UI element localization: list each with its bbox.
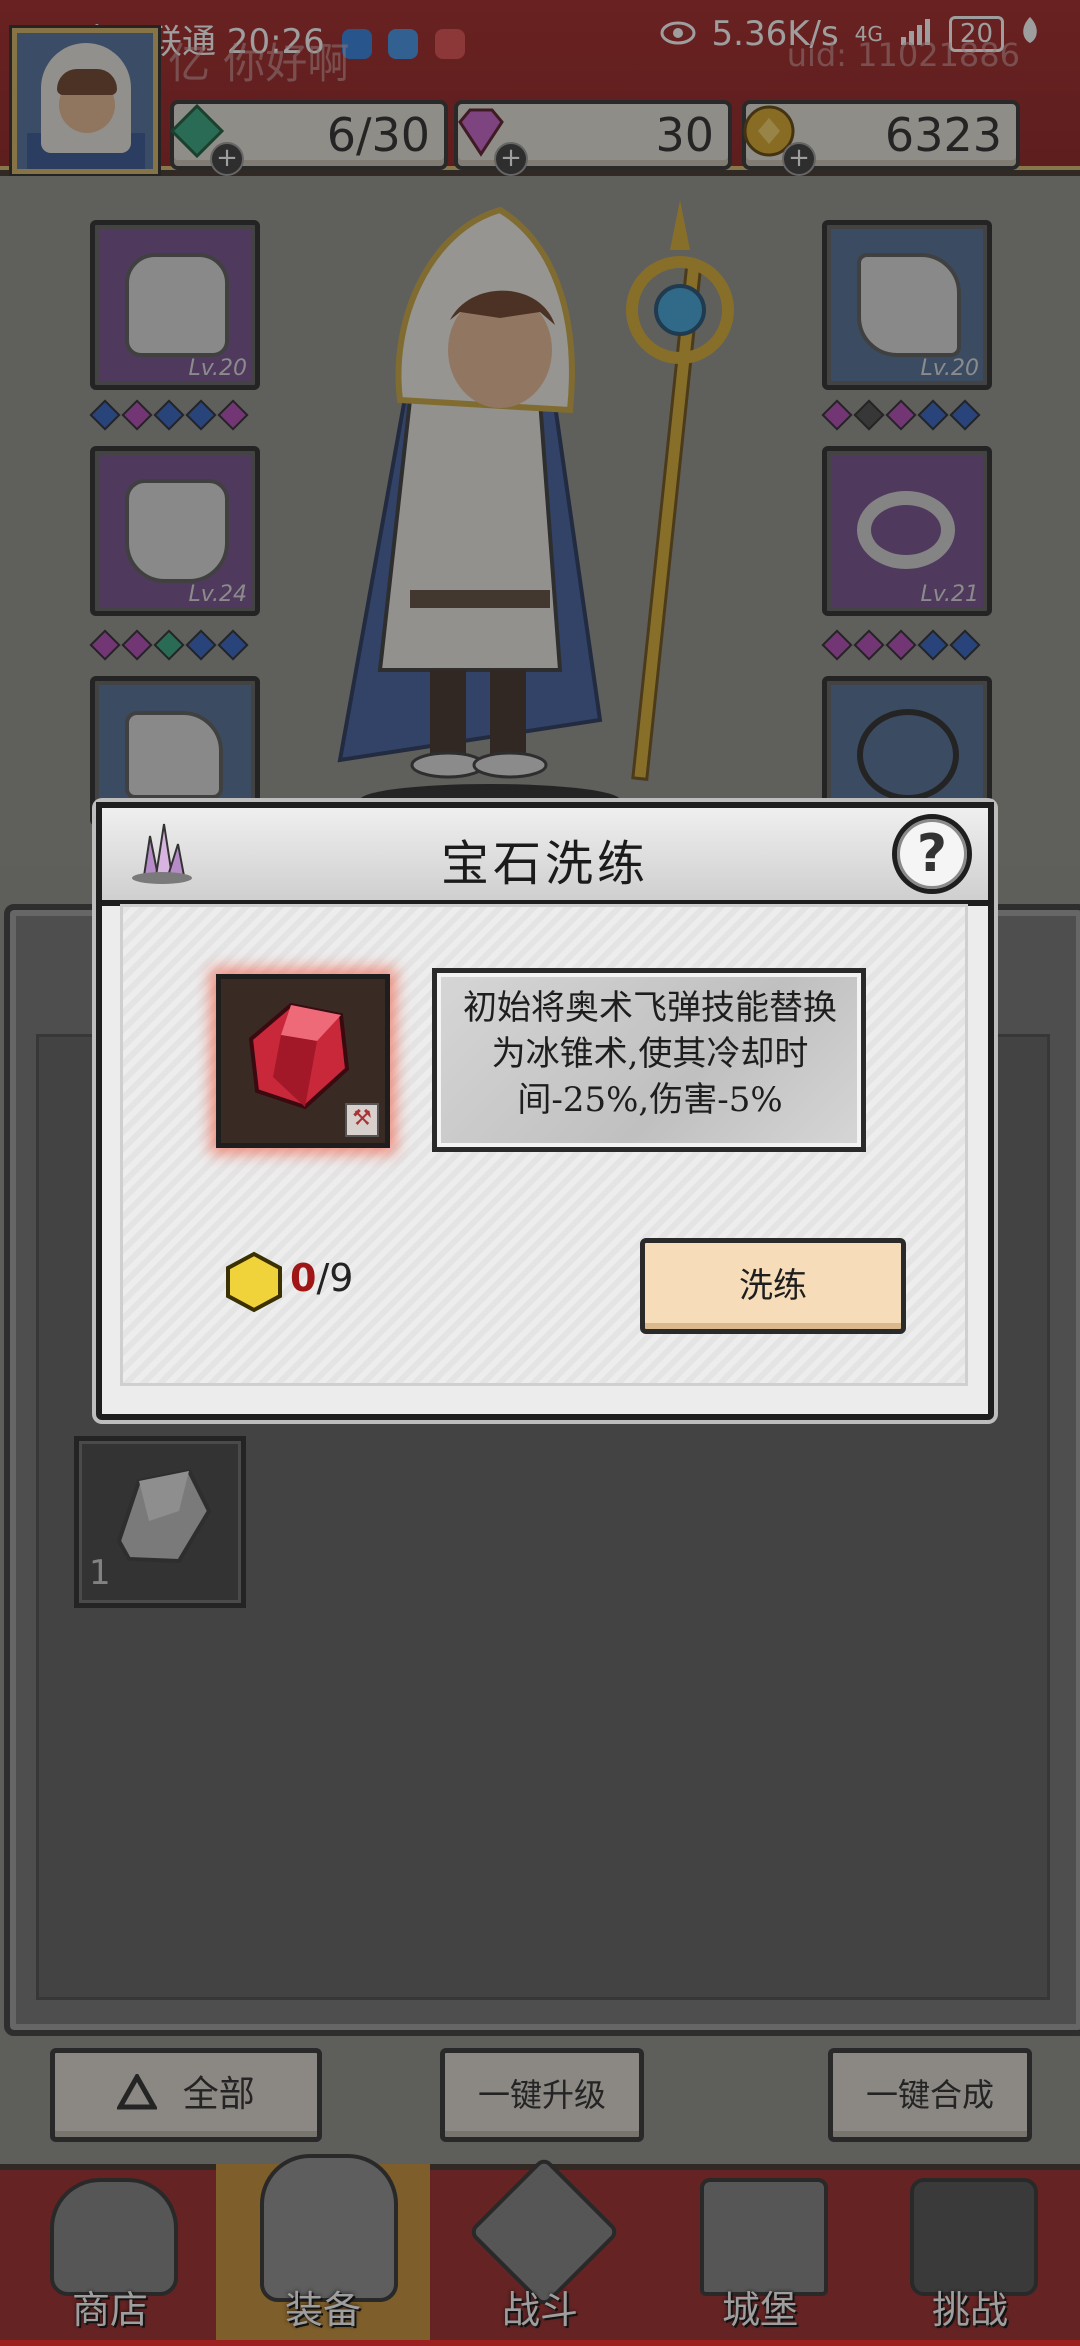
cost-total: /9 (316, 1256, 354, 1300)
gem-effect-description: 初始将奥术飞弹技能替换为冰锥术,使其冷却时间-25%,伤害-5% (432, 968, 866, 1152)
refine-cost: 0/9 (290, 1256, 353, 1300)
help-button[interactable]: ? (892, 814, 972, 894)
description-text: 初始将奥术飞弹技能替换为冰锥术,使其冷却时间-25%,伤害-5% (463, 988, 837, 1120)
crystal-cluster-icon (132, 823, 192, 884)
cost-current: 0 (290, 1256, 317, 1300)
dialog-title-bar: 宝石洗练 (96, 802, 994, 906)
selected-gem-slot[interactable]: ⚒ (216, 974, 390, 1148)
hammer-icon: ⚒ (345, 1103, 379, 1137)
hexagon-coin-icon (226, 1251, 282, 1313)
dialog-title: 宝石洗练 (440, 836, 649, 892)
refine-button[interactable]: 洗练 (640, 1238, 906, 1334)
